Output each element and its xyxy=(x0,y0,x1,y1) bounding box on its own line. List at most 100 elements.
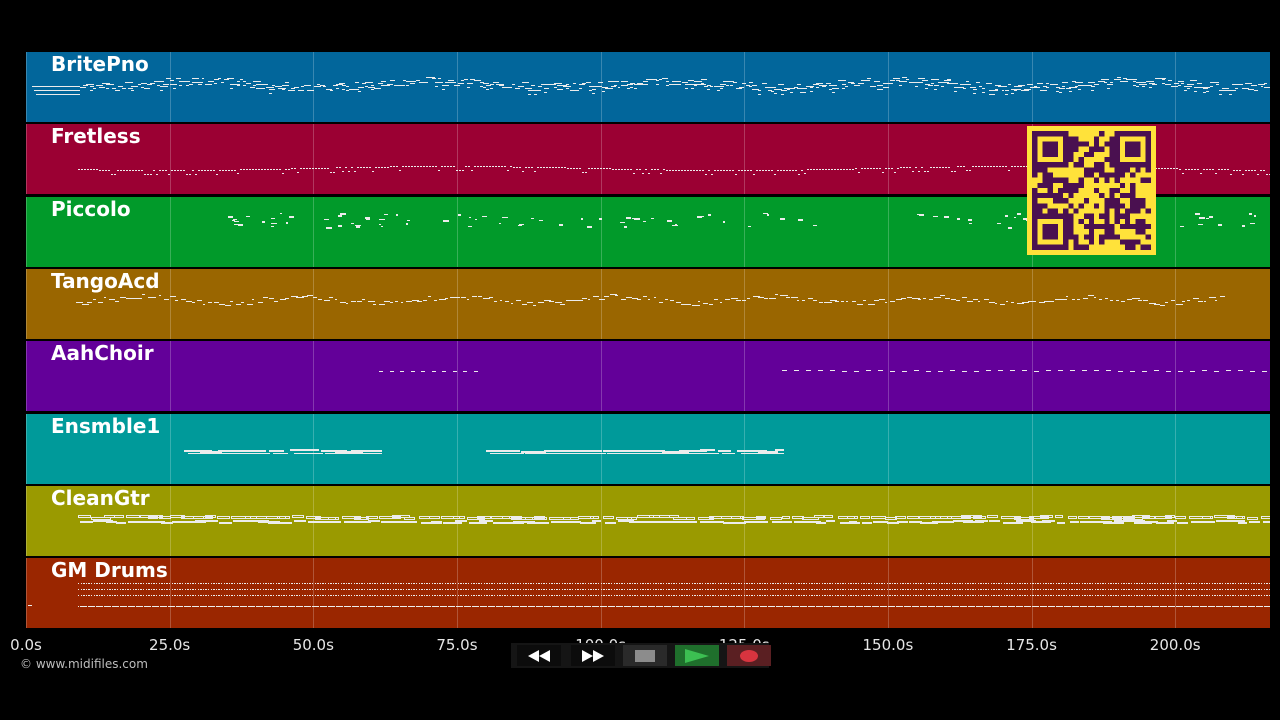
midi-note xyxy=(917,589,920,590)
midi-note xyxy=(696,589,699,590)
midi-note xyxy=(916,213,922,215)
midi-note xyxy=(912,171,914,173)
midi-note xyxy=(76,301,83,303)
stop-button[interactable] xyxy=(623,645,667,666)
midi-note xyxy=(546,583,548,584)
midi-note xyxy=(982,589,985,590)
midi-note xyxy=(985,595,987,596)
midi-note xyxy=(980,595,982,596)
midi-note xyxy=(1110,299,1113,301)
midi-note xyxy=(1180,589,1182,590)
midi-note xyxy=(735,583,738,584)
midi-note xyxy=(498,166,500,168)
midi-note xyxy=(214,83,218,85)
midi-note xyxy=(1173,168,1175,170)
midi-note xyxy=(1214,595,1216,596)
midi-note xyxy=(330,595,332,596)
midi-note xyxy=(1167,168,1169,170)
midi-note xyxy=(608,583,610,584)
record-button[interactable] xyxy=(727,645,771,666)
midi-note xyxy=(643,81,649,83)
midi-note xyxy=(624,595,626,596)
midi-note xyxy=(949,589,951,590)
midi-note xyxy=(374,589,376,590)
midi-note xyxy=(580,449,603,452)
midi-note xyxy=(899,85,903,87)
midi-note xyxy=(951,170,953,172)
fast-forward-button[interactable] xyxy=(571,645,615,666)
midi-note xyxy=(1154,589,1156,590)
midi-note xyxy=(841,83,846,85)
midi-note xyxy=(288,589,290,590)
midi-note xyxy=(161,595,163,596)
play-button[interactable] xyxy=(675,645,719,666)
midi-note xyxy=(639,595,641,596)
midi-note xyxy=(236,583,238,584)
midi-note xyxy=(343,589,345,590)
midi-note xyxy=(180,299,186,301)
midi-note xyxy=(980,583,982,584)
midi-note xyxy=(516,166,518,168)
midi-note xyxy=(403,595,405,596)
midi-note xyxy=(1060,299,1067,300)
midi-note xyxy=(941,589,943,590)
midi-note xyxy=(634,589,636,590)
midi-note xyxy=(525,589,527,590)
midi-note xyxy=(1151,595,1154,596)
midi-note xyxy=(530,595,532,596)
midi-note xyxy=(119,583,121,584)
midi-note xyxy=(730,583,732,584)
midi-note xyxy=(543,583,545,584)
midi-note xyxy=(1266,583,1268,584)
midi-note xyxy=(260,589,262,590)
midi-note xyxy=(436,589,439,590)
midi-note xyxy=(825,82,831,84)
midi-note xyxy=(312,589,314,590)
midi-note xyxy=(98,589,101,590)
midi-note xyxy=(223,583,225,584)
midi-note xyxy=(223,589,225,590)
midi-note xyxy=(806,589,808,590)
midi-note xyxy=(219,169,221,171)
midi-note xyxy=(384,166,386,168)
midi-note xyxy=(699,169,701,171)
midi-note xyxy=(321,167,323,169)
midi-note xyxy=(673,589,675,590)
midi-note xyxy=(1024,583,1026,584)
midi-note xyxy=(1161,78,1166,80)
midi-note xyxy=(418,589,420,590)
midi-note xyxy=(361,595,363,596)
midi-note xyxy=(894,515,906,519)
midi-note xyxy=(239,595,241,596)
midi-note xyxy=(481,583,483,584)
midi-note xyxy=(858,583,860,584)
midi-note xyxy=(851,300,856,302)
midi-note xyxy=(956,589,959,590)
midi-note xyxy=(850,595,852,596)
midi-note xyxy=(270,168,272,170)
midi-note xyxy=(213,583,215,584)
midi-note xyxy=(683,583,686,584)
midi-note xyxy=(207,169,209,171)
midi-note xyxy=(1097,589,1099,590)
midi-note xyxy=(642,296,647,298)
midi-note xyxy=(977,583,979,584)
midi-note xyxy=(223,595,225,596)
midi-note xyxy=(192,595,194,596)
midi-note xyxy=(435,166,437,167)
midi-note xyxy=(1221,169,1223,171)
midi-note xyxy=(791,297,799,299)
midi-note xyxy=(1229,595,1232,596)
midi-note xyxy=(304,595,306,596)
midi-note xyxy=(889,371,895,372)
midi-note xyxy=(1170,583,1172,584)
rewind-button[interactable] xyxy=(517,645,561,666)
midi-note xyxy=(694,589,696,590)
midi-note xyxy=(1128,583,1130,584)
midi-note xyxy=(678,595,680,596)
midi-note xyxy=(397,595,400,596)
midi-note xyxy=(364,595,366,596)
midi-note xyxy=(136,297,143,299)
midi-note xyxy=(605,583,608,584)
midi-note xyxy=(614,81,619,83)
